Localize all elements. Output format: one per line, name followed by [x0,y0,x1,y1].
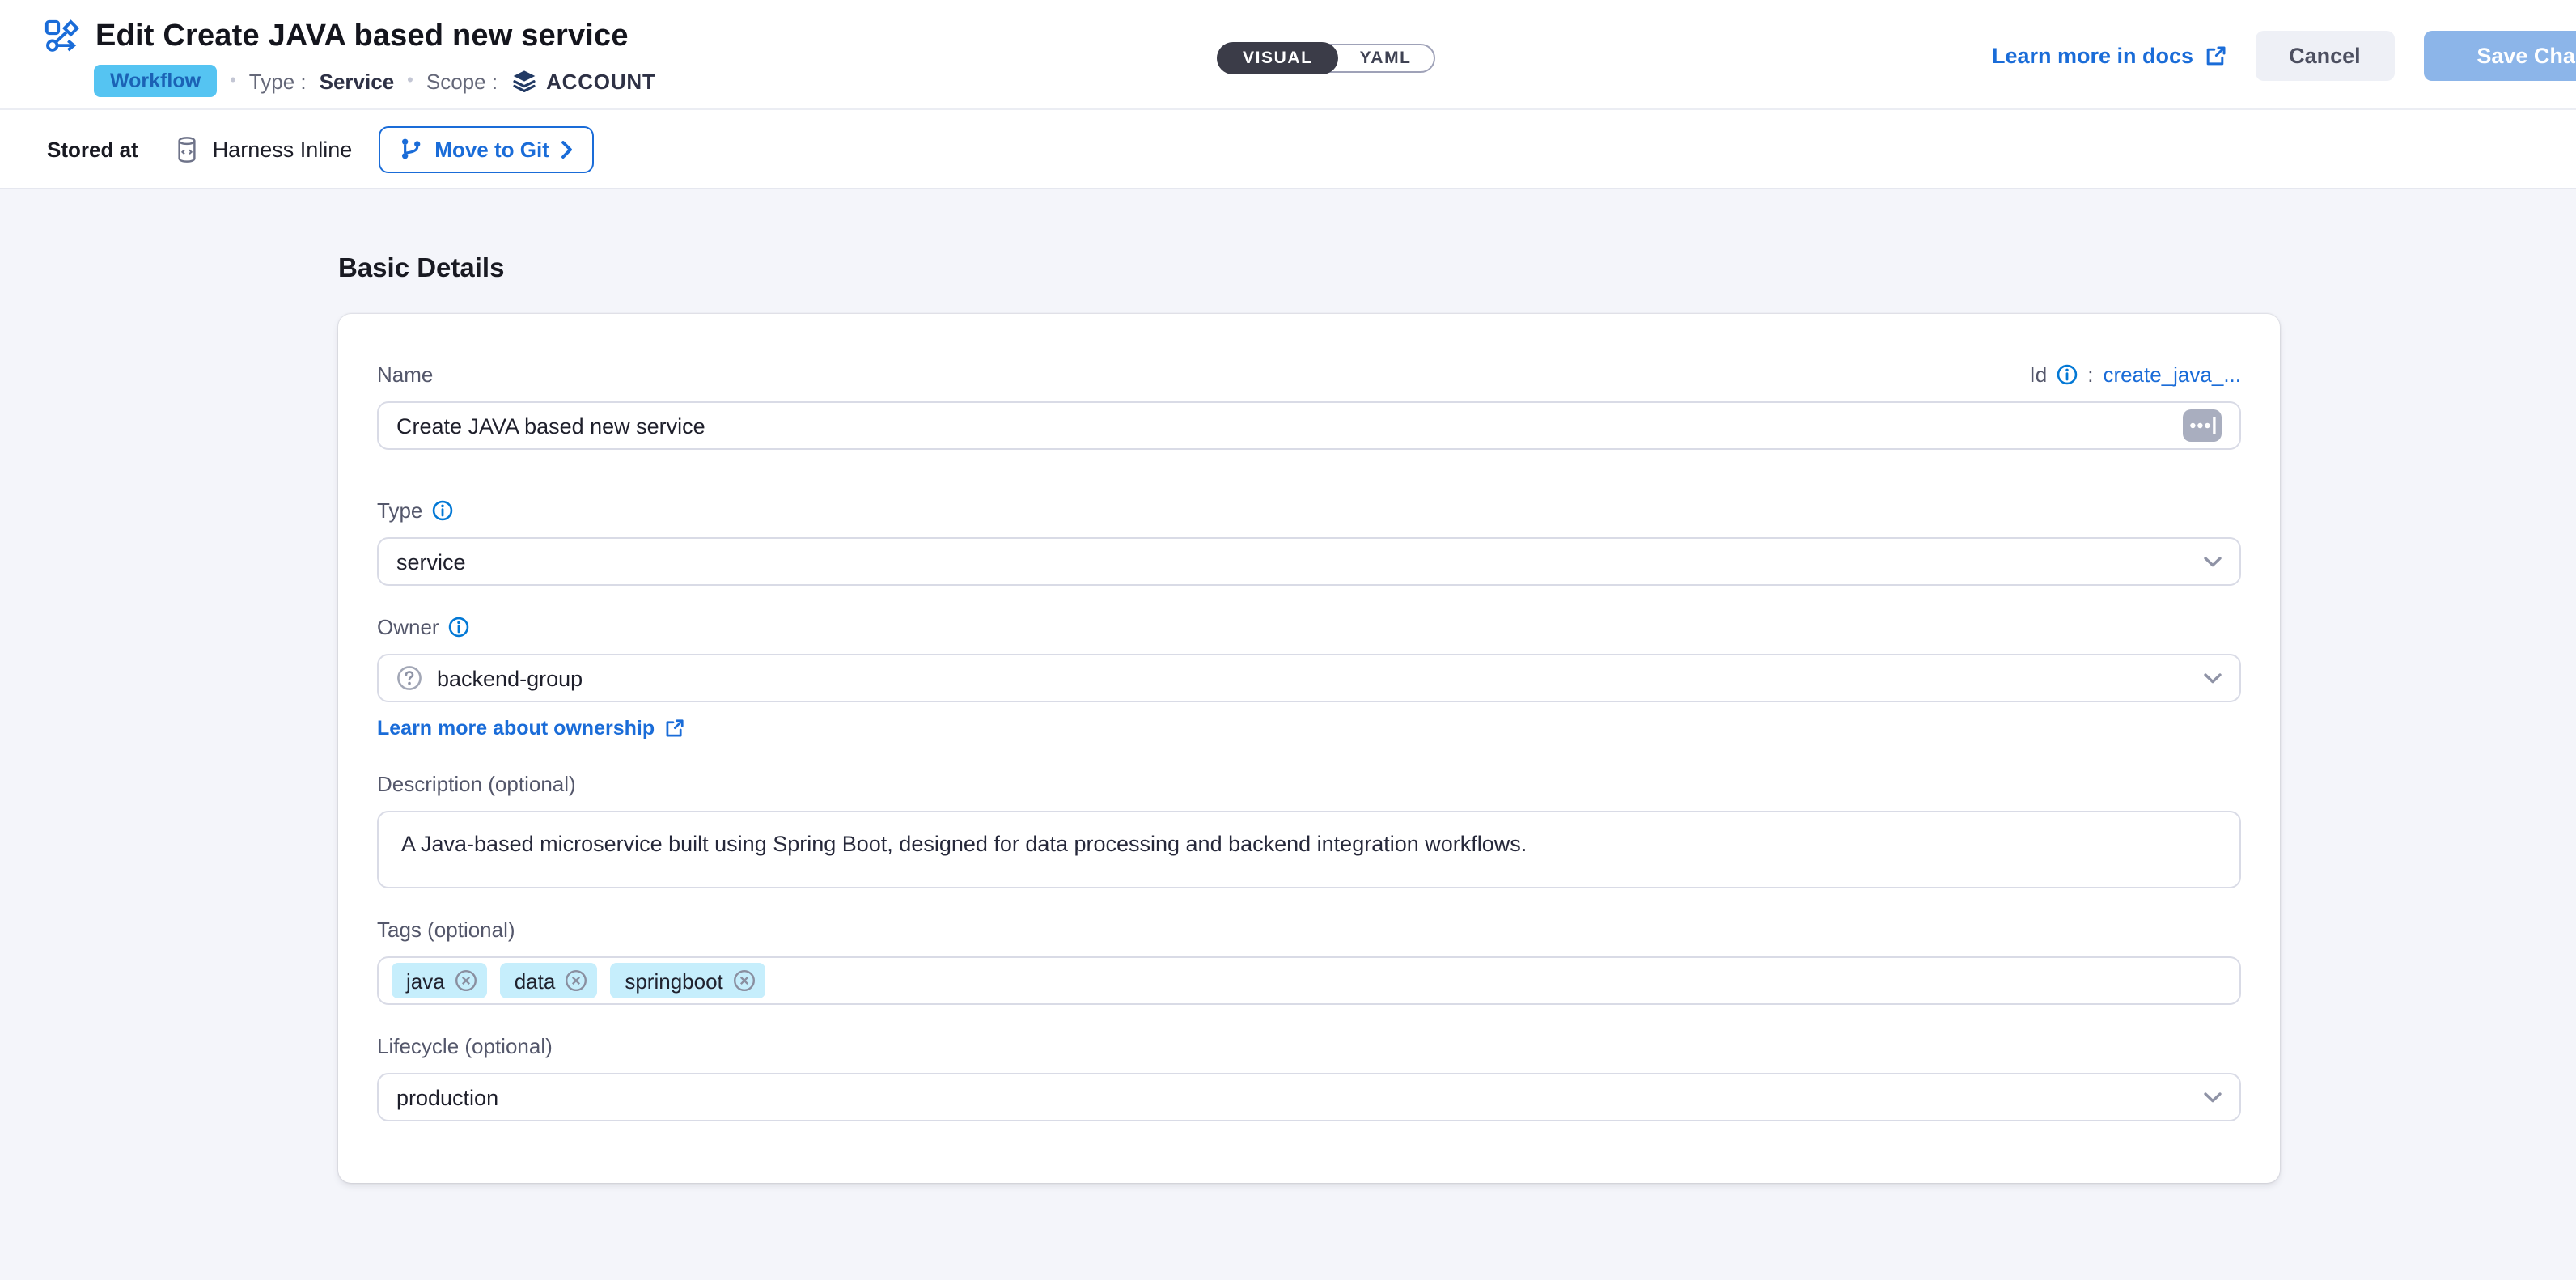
chevron-down-icon [2204,1091,2222,1103]
save-changes-button[interactable]: Save Changes [2424,31,2576,81]
name-input[interactable]: Create JAVA based new service [377,401,2241,450]
cancel-button[interactable]: Cancel [2255,31,2395,81]
visual-yaml-toggle: VISUAL YAML [1217,44,1436,73]
description-field-group: Description (optional) A Java-based micr… [377,772,2241,888]
chevron-down-icon [2204,556,2222,567]
lifecycle-field-group: Lifecycle (optional) production [377,1034,2241,1121]
stored-at-label: Stored at [47,137,138,161]
name-label: Name [377,362,433,387]
type-select[interactable]: service [377,537,2241,586]
remove-tag-icon[interactable] [455,969,477,992]
owner-label: Owner [377,615,439,639]
tags-input[interactable]: java data [377,956,2241,1005]
remove-tag-icon[interactable] [733,969,756,992]
lifecycle-select[interactable]: production [377,1073,2241,1121]
type-label: Type [377,498,422,523]
id-label: Id [2030,362,2048,387]
owner-select[interactable]: backend-group [377,654,2241,702]
dot-separator: • [407,71,413,91]
main-content: Basic Details Name Id [0,189,2576,1280]
question-circle-icon [396,665,422,691]
move-to-git-button[interactable]: Move to Git [378,125,595,172]
name-field-group: Name Id : create_java_... [377,362,2241,450]
type-select-value: service [396,549,466,574]
info-icon[interactable] [2057,364,2078,385]
git-branch-icon [399,136,422,162]
entity-id-row: Id : create_java_... [2030,362,2242,387]
storage-mode-value: Harness Inline [213,137,353,161]
external-link-icon [2205,45,2226,66]
move-to-git-label: Move to Git [434,137,549,161]
inline-storage-icon [176,135,200,163]
chevron-right-icon [562,140,574,158]
tag-chip-label: java [406,968,445,993]
page-header: Edit Create JAVA based new service Workf… [0,0,2576,110]
type-meta-value: Service [320,69,395,93]
description-value: A Java-based microservice built using Sp… [401,832,1527,856]
tag-chip-label: springboot [625,968,722,993]
name-input-value: Create JAVA based new service [396,413,705,438]
owner-field-group: Owner [377,615,2241,743]
scope-meta-value: ACCOUNT [546,69,656,93]
tags-label: Tags (optional) [377,918,515,942]
scope-meta-label: Scope : [426,69,498,93]
external-link-icon [664,718,684,738]
type-meta-label: Type : [249,69,307,93]
workflow-icon [44,18,81,55]
docs-link-label: Learn more in docs [1992,44,2193,68]
tags-field-group: Tags (optional) java data [377,918,2241,1005]
info-icon[interactable] [449,617,470,638]
remove-tag-icon[interactable] [565,969,587,992]
entity-kind-badge: Workflow [94,65,217,98]
description-label: Description (optional) [377,772,576,796]
app-root: Edit Create JAVA based new service Workf… [0,0,2576,1280]
tag-chip-label: data [515,968,556,993]
runtime-input-icon[interactable] [2183,409,2222,442]
ownership-link-label: Learn more about ownership [377,717,655,740]
description-textarea[interactable]: A Java-based microservice built using Sp… [377,811,2241,888]
ownership-docs-link[interactable]: Learn more about ownership [377,717,684,740]
tab-visual[interactable]: VISUAL [1217,42,1339,74]
layers-icon [511,68,536,94]
page-title: Edit Create JAVA based new service [95,19,629,54]
chevron-down-icon [2204,672,2222,684]
learn-more-docs-link[interactable]: Learn more in docs [1992,44,2226,68]
lifecycle-label: Lifecycle (optional) [377,1034,553,1058]
lifecycle-select-value: production [396,1085,498,1109]
tab-yaml[interactable]: YAML [1337,44,1434,73]
basic-details-card: Name Id : create_java_... [338,314,2280,1183]
dot-separator: • [230,71,236,91]
info-icon[interactable] [432,500,453,521]
section-title: Basic Details [338,254,2576,285]
owner-select-value: backend-group [437,666,583,690]
tag-chip: springboot [610,963,765,998]
tag-chip: java [392,963,487,998]
tag-chip: data [500,963,598,998]
entity-id-link[interactable]: create_java_... [2103,362,2241,387]
type-field-group: Type service [377,498,2241,586]
storage-bar: Stored at Harness Inline [0,110,2576,189]
id-separator: : [2087,362,2093,387]
header-actions: Learn more in docs Cancel Save Changes [1992,31,2576,81]
